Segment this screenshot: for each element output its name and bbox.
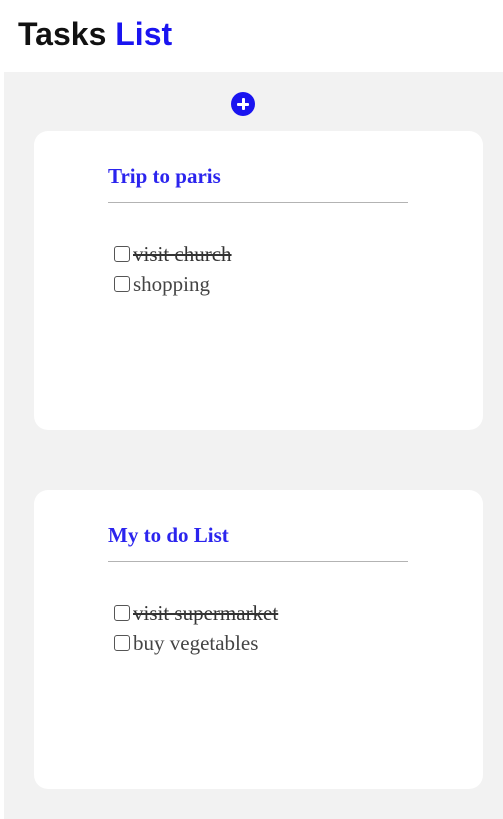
task-checkbox[interactable] — [114, 276, 130, 292]
task-checkbox[interactable] — [114, 246, 130, 262]
task-item: visit supermarket — [114, 598, 278, 628]
task-item: shopping — [114, 269, 232, 299]
task-text: visit church — [133, 241, 232, 266]
task-item: buy vegetables — [114, 628, 278, 658]
task-list-card: Trip to paris visit church shopping — [34, 131, 483, 430]
plus-circle-icon-stroke — [241, 98, 245, 110]
task-checkbox[interactable] — [114, 635, 130, 651]
app-title-accent: List — [115, 16, 173, 52]
title-divider — [108, 202, 408, 203]
app-title-primary: Tasks — [18, 16, 107, 52]
task-item: visit church — [114, 239, 232, 269]
title-divider — [108, 561, 408, 562]
task-checkbox[interactable] — [114, 605, 130, 621]
task-text: buy vegetables — [133, 630, 259, 655]
task-list-card: My to do List visit supermarket buy vege… — [34, 490, 483, 789]
task-text: visit supermarket — [133, 600, 279, 625]
task-text: shopping — [133, 271, 211, 296]
add-list-button[interactable] — [231, 92, 255, 116]
app-header: Tasks List — [0, 0, 503, 72]
list-title: My to do List — [108, 523, 229, 547]
app-title: Tasks List — [18, 14, 172, 54]
task-items: visit church shopping — [114, 239, 232, 299]
list-title: Trip to paris — [108, 164, 221, 188]
task-items: visit supermarket buy vegetables — [114, 598, 278, 658]
